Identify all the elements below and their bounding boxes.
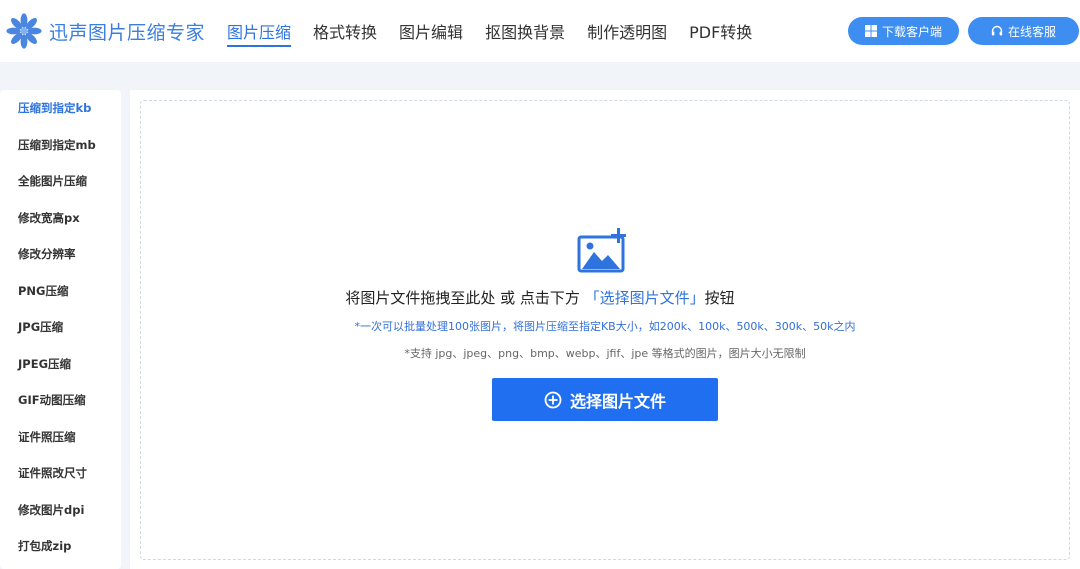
- nav-tab-image-compress[interactable]: 图片压缩: [227, 0, 292, 62]
- sidebar-item-dpi[interactable]: 修改图片dpi: [0, 492, 121, 529]
- brand-logo[interactable]: 迅声图片压缩专家: [5, 12, 205, 50]
- drop-instruction-suffix: 按钮: [704, 289, 735, 307]
- headset-icon: [991, 25, 1003, 36]
- sidebar-item-gif[interactable]: GIF动图压缩: [0, 382, 121, 419]
- drop-instruction: 将图片文件拖拽至此处 或 点击下方 「选择图片文件」按钮: [0, 287, 1080, 308]
- online-service-button[interactable]: 在线客服: [968, 17, 1079, 45]
- sidebar-item-all-compress[interactable]: 全能图片压缩: [0, 163, 121, 200]
- batch-hint: *一次可以批量处理100张图片，将图片压缩至指定KB大小，如200k、100k、…: [354, 320, 856, 333]
- download-client-button[interactable]: 下载客户端: [848, 17, 959, 45]
- windows-icon: [864, 25, 877, 37]
- nav-tab-transparent-image[interactable]: 制作透明图: [587, 0, 667, 62]
- flower-logo-icon: [6, 13, 42, 49]
- sidebar-item-compress-kb[interactable]: 压缩到指定kb: [0, 90, 121, 127]
- select-image-label: 选择图片文件: [569, 391, 666, 411]
- nav-tab-image-edit[interactable]: 图片编辑: [399, 0, 463, 62]
- brand-name: 迅声图片压缩专家: [49, 21, 206, 44]
- drop-instruction-prefix: 将图片文件拖拽至此处 或 点击下方: [345, 289, 585, 307]
- select-image-button[interactable]: 选择图片文件: [492, 378, 718, 421]
- sidebar-item-id-photo-size[interactable]: 证件照改尺寸: [0, 455, 121, 492]
- sidebar-item-resize-px[interactable]: 修改宽高px: [0, 200, 121, 237]
- sidebar-item-zip[interactable]: 打包成zip: [0, 528, 121, 565]
- nav-tab-format-convert[interactable]: 格式转换: [313, 0, 377, 62]
- sidebar-item-compress-mb[interactable]: 压缩到指定mb: [0, 127, 121, 164]
- sidebar-item-id-photo[interactable]: 证件照压缩: [0, 419, 121, 456]
- drop-instruction-highlight: 「选择图片文件」: [584, 289, 705, 307]
- sidebar-item-resolution[interactable]: 修改分辨率: [0, 236, 121, 273]
- add-image-icon: [577, 228, 626, 273]
- plus-circle-icon: [544, 391, 562, 408]
- online-service-label: 在线客服: [1007, 24, 1056, 39]
- download-client-label: 下载客户端: [881, 24, 942, 39]
- top-header: 迅声图片压缩专家 图片压缩 格式转换 图片编辑 抠图换背景 制作透明图 PDF转…: [0, 0, 1080, 62]
- main-nav: 图片压缩 格式转换 图片编辑 抠图换背景 制作透明图 PDF转换: [227, 0, 774, 62]
- nav-tab-cutout-background[interactable]: 抠图换背景: [485, 0, 565, 62]
- format-hint: *支持 jpg、jpeg、png、bmp、webp、jfif、jpe 等格式的图…: [404, 347, 806, 360]
- nav-tab-pdf-convert[interactable]: PDF转换: [689, 0, 752, 62]
